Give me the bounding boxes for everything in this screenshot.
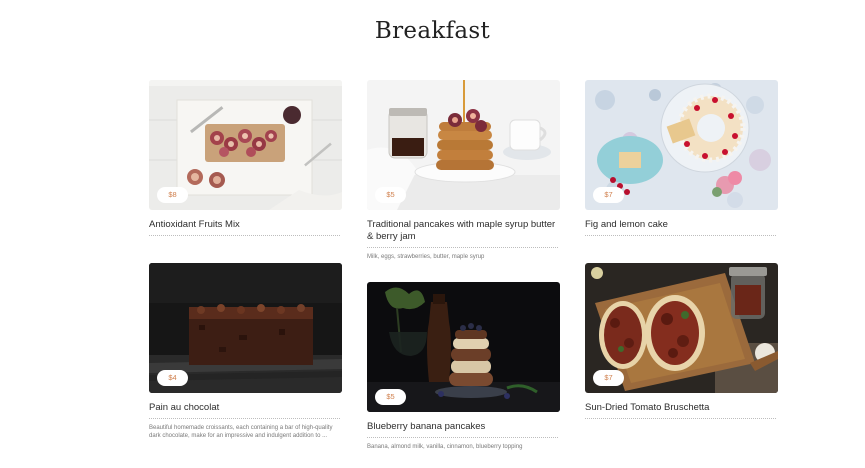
menu-item-card[interactable]: $4 Pain au chocolat Beautiful homemade c… [149, 263, 342, 440]
dotted-divider [367, 437, 558, 438]
menu-item-description: Beautiful homemade croissants, each cont… [149, 425, 333, 439]
menu-item-image[interactable]: $5 [367, 80, 560, 210]
menu-item-image[interactable]: $4 [149, 263, 342, 393]
menu-item-card[interactable]: $8 Antioxidant Fruits Mix [149, 80, 342, 236]
price-badge: $5 [375, 389, 406, 405]
dotted-divider [367, 247, 558, 248]
menu-item-card[interactable]: $5 Blueberry banana pancakes Banana, alm… [367, 282, 560, 451]
menu-item-name[interactable]: Traditional pancakes with maple syrup bu… [367, 219, 560, 243]
dotted-divider [149, 235, 340, 236]
section-title: Breakfast [374, 18, 491, 44]
price-badge: $7 [593, 370, 624, 386]
menu-item-image[interactable]: $7 [585, 80, 778, 210]
menu-item-card[interactable]: $5 Traditional pancakes with maple syrup… [367, 80, 560, 261]
price-badge: $8 [157, 187, 188, 203]
dotted-divider [585, 418, 776, 419]
menu-item-image[interactable]: $8 [149, 80, 342, 210]
menu-item-image[interactable]: $5 [367, 282, 560, 412]
menu-item-name[interactable]: Fig and lemon cake [585, 219, 778, 231]
menu-item-name[interactable]: Antioxidant Fruits Mix [149, 219, 342, 231]
menu-item-card[interactable]: $7 Sun-Dried Tomato Bruschetta [585, 263, 778, 419]
dotted-divider [585, 235, 776, 236]
price-badge: $5 [375, 187, 406, 203]
menu-item-name[interactable]: Pain au chocolat [149, 402, 342, 414]
menu-item-image[interactable]: $7 [585, 263, 778, 393]
price-badge: $4 [157, 370, 188, 386]
dotted-divider [149, 418, 340, 419]
menu-item-description: Banana, almond milk, vanilla, cinnamon, … [367, 444, 523, 450]
menu-item-name[interactable]: Sun-Dried Tomato Bruschetta [585, 402, 778, 414]
price-badge: $7 [593, 187, 624, 203]
menu-item-name[interactable]: Blueberry banana pancakes [367, 421, 560, 433]
menu-item-card[interactable]: $7 Fig and lemon cake [585, 80, 778, 236]
menu-item-description: Milk, eggs, strawberries, butter, maple … [367, 254, 485, 260]
